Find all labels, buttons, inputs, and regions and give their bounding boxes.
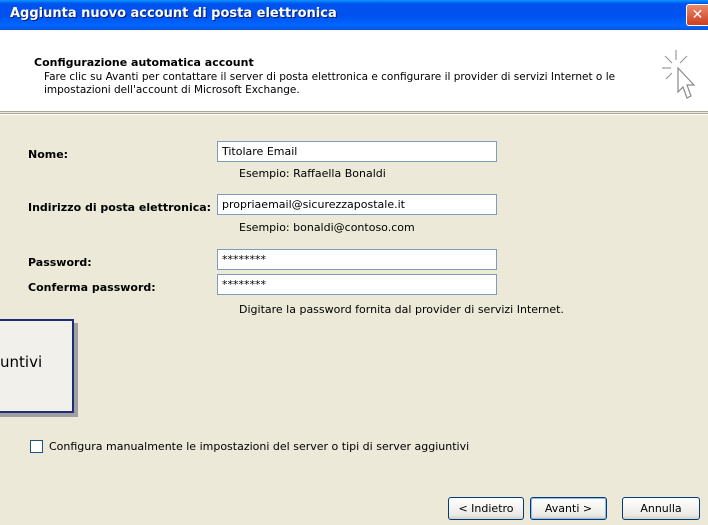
- confirm-password-label: Conferma password:: [28, 281, 156, 294]
- overlay-text: untivi: [0, 353, 43, 371]
- name-label: Nome:: [28, 148, 69, 161]
- password-label: Password:: [28, 256, 92, 269]
- confirm-password-input[interactable]: ********: [217, 274, 497, 295]
- email-label: Indirizzo di posta elettronica:: [28, 201, 212, 214]
- cancel-button[interactable]: Annulla: [622, 497, 700, 520]
- close-icon: ✕: [691, 7, 704, 23]
- header-description: Fare clic su Avanti per contattare il se…: [44, 71, 616, 96]
- name-input[interactable]: Titolare Email: [217, 141, 497, 162]
- manual-config-option[interactable]: Configura manualmente le impostazioni de…: [30, 440, 469, 453]
- header-divider: [0, 113, 708, 115]
- email-hint: Esempio: bonaldi@contoso.com: [239, 221, 415, 234]
- back-button[interactable]: < Indietro: [448, 497, 524, 520]
- email-input[interactable]: propriaemail@sicurezzapostale.it: [217, 194, 497, 215]
- cursor-sparkle-icon: [662, 50, 696, 99]
- password-hint: Digitare la password fornita dal provide…: [239, 303, 564, 316]
- dialog-body: Configurazione automatica account Fare c…: [0, 30, 708, 525]
- name-hint: Esempio: Raffaella Bonaldi: [239, 167, 386, 180]
- password-input[interactable]: ********: [217, 249, 497, 270]
- title-bar[interactable]: Aggiunta nuovo account di posta elettron…: [0, 0, 708, 30]
- wizard-header: Configurazione automatica account Fare c…: [0, 30, 708, 112]
- manual-config-label[interactable]: Configura manualmente le impostazioni de…: [49, 440, 469, 453]
- close-button[interactable]: ✕: [686, 4, 708, 26]
- manual-config-checkbox[interactable]: [30, 440, 43, 453]
- header-title: Configurazione automatica account: [34, 56, 254, 69]
- next-button[interactable]: Avanti >: [530, 497, 607, 520]
- window-title: Aggiunta nuovo account di posta elettron…: [10, 6, 337, 21]
- overlay-popup: untivi: [0, 319, 74, 413]
- dialog-window: Aggiunta nuovo account di posta elettron…: [0, 0, 708, 525]
